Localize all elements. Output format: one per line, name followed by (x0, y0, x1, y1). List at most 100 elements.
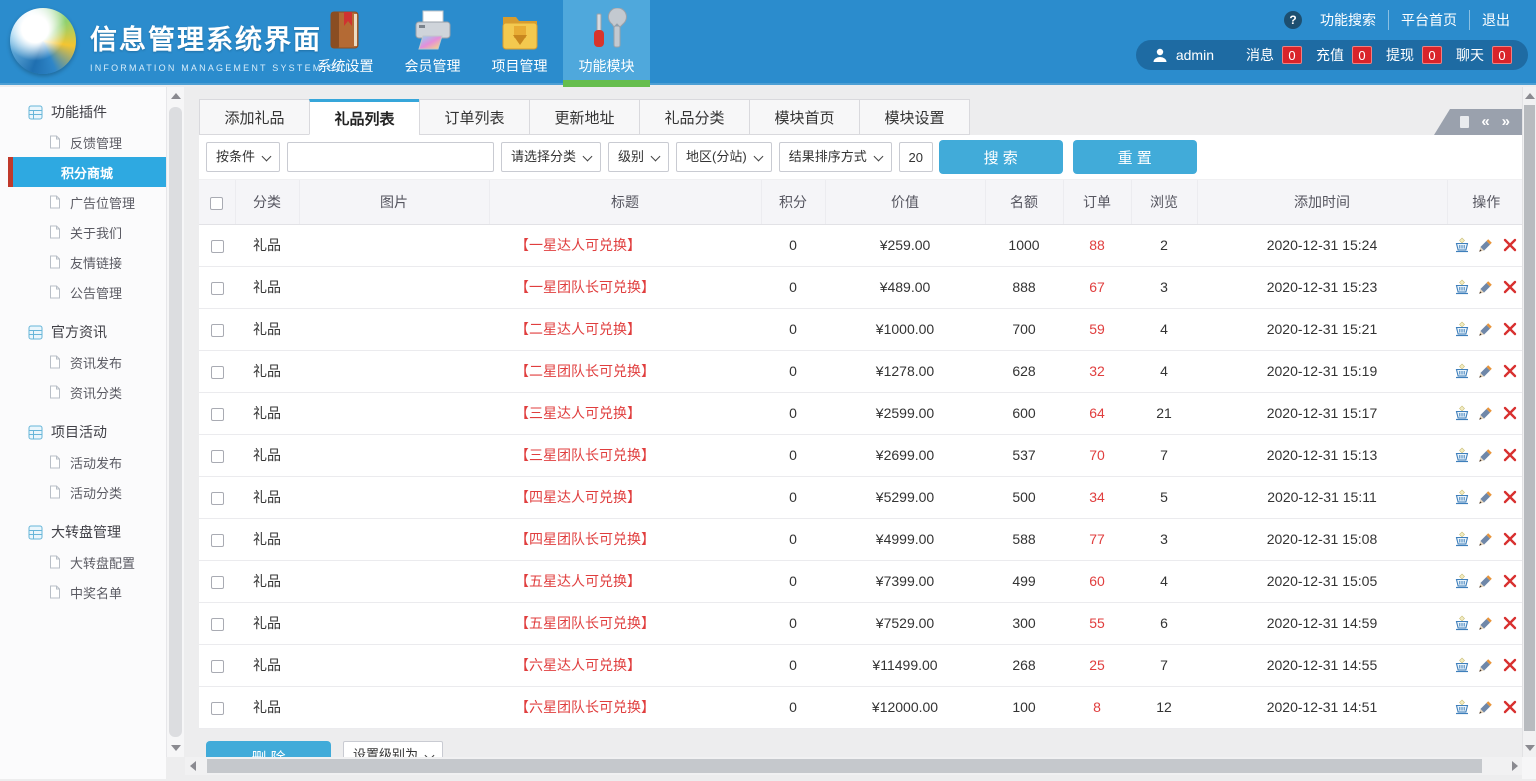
row-checkbox[interactable] (211, 282, 224, 295)
help-icon[interactable]: ? (1284, 11, 1302, 29)
gift-title-link[interactable]: 【一星团队长可兑换】 (515, 279, 655, 295)
link-logout[interactable]: 退出 (1469, 10, 1522, 30)
edit-pencil-icon[interactable] (1478, 447, 1494, 463)
delete-x-icon[interactable] (1502, 447, 1518, 463)
nav-item-function-modules[interactable]: 功能模块 (563, 0, 650, 85)
per-page-input[interactable] (899, 142, 933, 172)
sidebar-item-news-publish[interactable]: 资讯发布 (0, 347, 166, 377)
stat-messages[interactable]: 消息 0 (1246, 45, 1302, 65)
row-checkbox[interactable] (211, 576, 224, 589)
tab-add-gift[interactable]: 添加礼品 (199, 99, 310, 135)
stat-withdraw[interactable]: 提现 0 (1386, 45, 1442, 65)
gift-title-link[interactable]: 【四星团队长可兑换】 (515, 531, 655, 547)
stat-recharge[interactable]: 充值 0 (1316, 45, 1372, 65)
gift-title-link[interactable]: 【一星达人可兑换】 (515, 237, 641, 253)
sidebar-item-activity-publish[interactable]: 活动发布 (0, 447, 166, 477)
sidebar-group-wheel-management[interactable]: 大转盘管理 (0, 517, 166, 547)
tab-module-home[interactable]: 模块首页 (749, 99, 860, 135)
row-checkbox[interactable] (211, 324, 224, 337)
row-checkbox[interactable] (211, 366, 224, 379)
select-all-checkbox[interactable] (210, 197, 223, 210)
gift-title-link[interactable]: 【二星团队长可兑换】 (515, 363, 655, 379)
sidebar-group-official-news[interactable]: 官方资讯 (0, 317, 166, 347)
stat-chat[interactable]: 聊天 0 (1456, 45, 1512, 65)
row-checkbox[interactable] (211, 618, 224, 631)
cart-icon[interactable] (1454, 699, 1470, 715)
edit-pencil-icon[interactable] (1478, 489, 1494, 505)
edit-pencil-icon[interactable] (1478, 615, 1494, 631)
delete-x-icon[interactable] (1502, 363, 1518, 379)
scroll-up-arrow-icon[interactable] (1525, 93, 1535, 99)
scroll-up-arrow-icon[interactable] (171, 93, 181, 99)
reset-button[interactable]: 重 置 (1073, 140, 1197, 174)
delete-x-icon[interactable] (1502, 321, 1518, 337)
delete-x-icon[interactable] (1502, 615, 1518, 631)
nav-item-member-management[interactable]: 会员管理 (389, 0, 476, 85)
tab-order-list[interactable]: 订单列表 (419, 99, 530, 135)
row-checkbox[interactable] (211, 240, 224, 253)
row-checkbox[interactable] (211, 660, 224, 673)
row-checkbox[interactable] (211, 492, 224, 505)
gift-title-link[interactable]: 【三星达人可兑换】 (515, 405, 641, 421)
tab-update-address[interactable]: 更新地址 (529, 99, 640, 135)
delete-x-icon[interactable] (1502, 657, 1518, 673)
cart-icon[interactable] (1454, 615, 1470, 631)
cart-icon[interactable] (1454, 405, 1470, 421)
cart-icon[interactable] (1454, 321, 1470, 337)
cart-icon[interactable] (1454, 363, 1470, 379)
sidebar-item-about-us[interactable]: 关于我们 (0, 217, 166, 247)
row-checkbox[interactable] (211, 450, 224, 463)
edit-pencil-icon[interactable] (1478, 237, 1494, 253)
nav-item-project-management[interactable]: 项目管理 (476, 0, 563, 85)
search-button[interactable]: 搜 索 (939, 140, 1063, 174)
tab-gift-list[interactable]: 礼品列表 (309, 99, 420, 135)
tab-gift-category[interactable]: 礼品分类 (639, 99, 750, 135)
delete-x-icon[interactable] (1502, 237, 1518, 253)
edit-pencil-icon[interactable] (1478, 657, 1494, 673)
condition-select[interactable]: 按条件 (206, 142, 280, 172)
sidebar-item-ad-management[interactable]: 广告位管理 (0, 187, 166, 217)
edit-pencil-icon[interactable] (1478, 699, 1494, 715)
sidebar-item-points-mall[interactable]: 积分商城 (8, 157, 166, 187)
scroll-left-arrow-icon[interactable] (190, 761, 196, 771)
sidebar-item-friend-links[interactable]: 友情链接 (0, 247, 166, 277)
delete-x-icon[interactable] (1502, 405, 1518, 421)
row-checkbox[interactable] (211, 702, 224, 715)
gift-title-link[interactable]: 【五星团队长可兑换】 (515, 615, 655, 631)
cart-icon[interactable] (1454, 447, 1470, 463)
edit-pencil-icon[interactable] (1478, 531, 1494, 547)
scroll-down-arrow-icon[interactable] (171, 745, 181, 751)
sort-select[interactable]: 结果排序方式 (779, 142, 892, 172)
gift-title-link[interactable]: 【二星达人可兑换】 (515, 321, 641, 337)
scroll-right-arrow-icon[interactable] (1512, 761, 1518, 771)
cart-icon[interactable] (1454, 279, 1470, 295)
cart-icon[interactable] (1454, 657, 1470, 673)
gift-title-link[interactable]: 【四星达人可兑换】 (515, 489, 641, 505)
sidebar-scrollbar[interactable] (166, 87, 184, 757)
delete-x-icon[interactable] (1502, 489, 1518, 505)
delete-x-icon[interactable] (1502, 531, 1518, 547)
region-select[interactable]: 地区(分站) (676, 142, 772, 172)
delete-x-icon[interactable] (1502, 279, 1518, 295)
scroll-down-arrow-icon[interactable] (1525, 745, 1535, 751)
gift-title-link[interactable]: 【六星团队长可兑换】 (515, 699, 655, 715)
link-platform-home[interactable]: 平台首页 (1388, 10, 1469, 30)
gift-title-link[interactable]: 【三星团队长可兑换】 (515, 447, 655, 463)
cart-icon[interactable] (1454, 489, 1470, 505)
sidebar-item-news-category[interactable]: 资讯分类 (0, 377, 166, 407)
tab-scroll-right-icon[interactable]: » (1502, 109, 1510, 135)
nav-item-system-settings[interactable]: 系统设置 (302, 0, 389, 85)
edit-pencil-icon[interactable] (1478, 363, 1494, 379)
row-checkbox[interactable] (211, 408, 224, 421)
sidebar-group-plugins[interactable]: 功能插件 (0, 97, 166, 127)
link-function-search[interactable]: 功能搜索 (1308, 10, 1388, 30)
sidebar-item-wheel-config[interactable]: 大转盘配置 (0, 547, 166, 577)
horizontal-scrollbar-thumb[interactable] (207, 759, 1482, 773)
edit-pencil-icon[interactable] (1478, 573, 1494, 589)
cart-icon[interactable] (1454, 573, 1470, 589)
page-horizontal-scrollbar[interactable] (185, 757, 1522, 775)
sidebar-item-announcements[interactable]: 公告管理 (0, 277, 166, 307)
cart-icon[interactable] (1454, 237, 1470, 253)
row-checkbox[interactable] (211, 534, 224, 547)
delete-x-icon[interactable] (1502, 699, 1518, 715)
